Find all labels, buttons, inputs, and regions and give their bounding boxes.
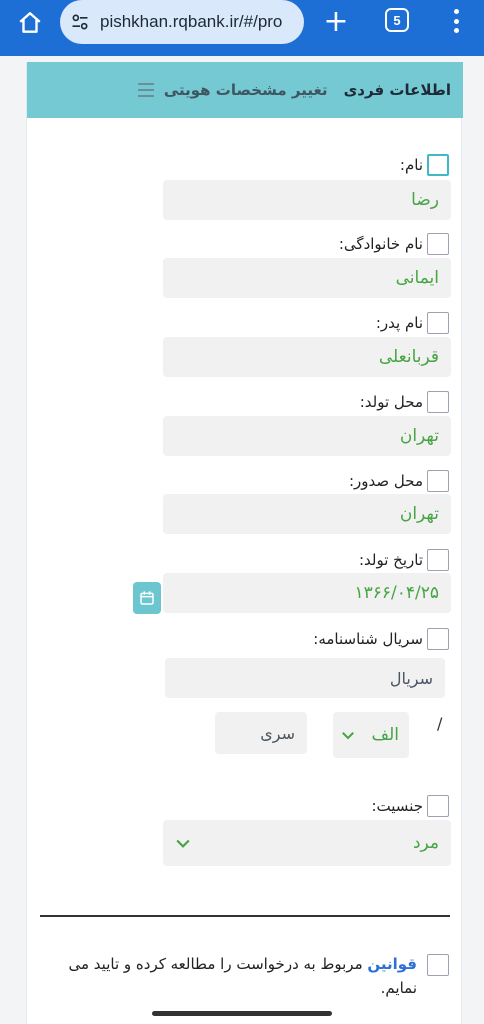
home-button[interactable] xyxy=(10,7,50,39)
site-settings-icon[interactable] xyxy=(60,0,100,44)
serial-number-input[interactable]: سریال xyxy=(165,658,445,698)
card-subtitle: تغییر مشخصات هویتی xyxy=(163,81,328,99)
chevron-down-icon xyxy=(176,839,190,848)
gender-value: مرد xyxy=(412,833,439,853)
serial-letter-value: الف xyxy=(371,725,399,745)
section-divider xyxy=(40,915,450,917)
gender-checkbox[interactable] xyxy=(427,795,449,817)
terms-text: مربوط به درخواست را مطالعه کرده و تایید … xyxy=(68,955,418,997)
issue-place-label: محل صدور: xyxy=(349,470,449,492)
birth-date-checkbox[interactable] xyxy=(427,549,449,571)
last-name-label: نام خانوادگی: xyxy=(339,233,449,255)
personal-info-card: اطلاعات فردی تغییر مشخصات هویتی نام: رضا… xyxy=(26,62,463,1024)
id-serial-checkbox[interactable] xyxy=(427,628,449,650)
serial-letter-select[interactable]: الف xyxy=(333,712,409,758)
last-name-input[interactable]: ایمانی xyxy=(163,258,451,298)
last-name-checkbox[interactable] xyxy=(427,233,449,255)
father-name-checkbox[interactable] xyxy=(427,312,449,334)
id-serial-label: سریال شناسنامه: xyxy=(313,628,449,650)
terms-agreement: قوانین مربوط به درخواست را مطالعه کرده و… xyxy=(59,952,449,1000)
terms-checkbox[interactable] xyxy=(427,954,449,976)
father-name-label: نام پدر: xyxy=(376,312,449,334)
father-name-input[interactable]: قربانعلی xyxy=(163,337,451,377)
chevron-down-icon xyxy=(342,732,354,740)
first-name-input[interactable]: رضا xyxy=(163,180,451,220)
card-header: اطلاعات فردی تغییر مشخصات هویتی xyxy=(27,62,463,118)
birth-place-checkbox[interactable] xyxy=(427,391,449,413)
calendar-button[interactable] xyxy=(133,582,161,614)
more-menu-icon[interactable] xyxy=(444,6,468,36)
tab-switcher-button[interactable]: 5 xyxy=(385,8,409,32)
issue-place-checkbox[interactable] xyxy=(427,470,449,492)
terms-link[interactable]: قوانین xyxy=(367,955,417,973)
birth-place-label: محل تولد: xyxy=(360,391,449,413)
first-name-checkbox[interactable] xyxy=(427,154,449,176)
url-text: pishkhan.rqbank.ir/#/pro xyxy=(100,12,283,31)
serial-separator: / xyxy=(437,714,443,733)
calendar-icon xyxy=(140,591,154,605)
card-title: اطلاعات فردی xyxy=(343,81,451,99)
address-bar[interactable]: pishkhan.rqbank.ir/#/pro xyxy=(60,0,304,44)
serial-series-input[interactable]: سری xyxy=(215,712,307,754)
menu-lines-icon xyxy=(137,83,154,97)
first-name-label: نام: xyxy=(400,154,449,176)
browser-toolbar: pishkhan.rqbank.ir/#/pro + 5 xyxy=(0,0,484,56)
home-icon xyxy=(19,12,41,33)
issue-place-input[interactable]: تهران xyxy=(163,494,451,534)
new-tab-button[interactable]: + xyxy=(318,2,354,42)
gender-select[interactable]: مرد xyxy=(163,820,451,866)
birth-date-label: تاریخ تولد: xyxy=(359,549,449,571)
home-indicator xyxy=(152,1011,332,1016)
birth-date-input[interactable]: ۱۳۶۶/۰۴/۲۵ xyxy=(163,573,451,613)
birth-place-input[interactable]: تهران xyxy=(163,416,451,456)
gender-label: جنسیت: xyxy=(372,795,449,817)
